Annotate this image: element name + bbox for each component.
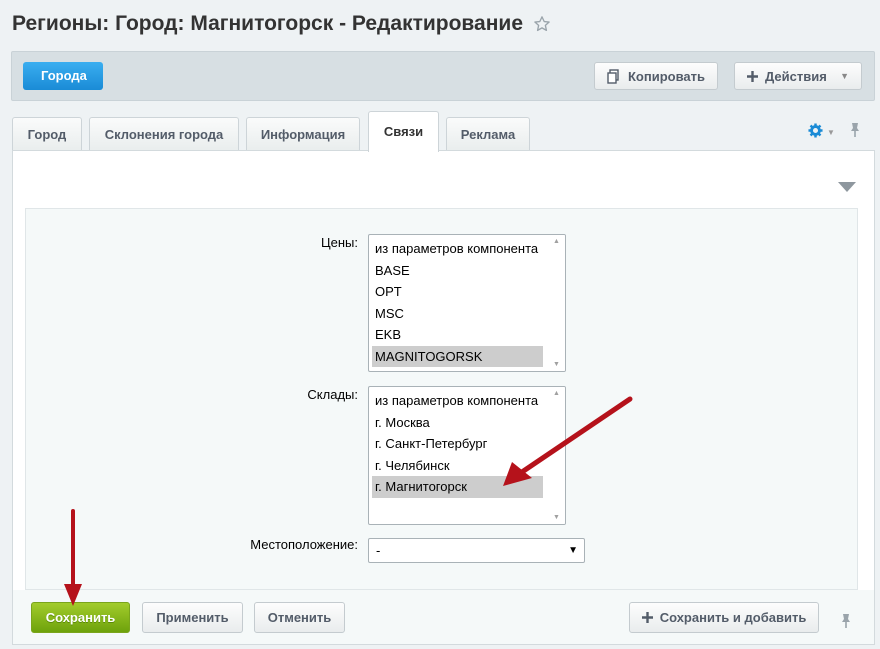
prices-scrollbar[interactable]: ▲ ▼ [549,235,565,371]
save-and-add-label: Сохранить и добавить [659,610,807,625]
gear-menu-chevron-icon[interactable]: ▼ [827,128,835,137]
form-footer: Сохранить Применить Отменить Сохранить и… [13,590,874,644]
scroll-down-icon[interactable]: ▼ [553,361,560,368]
tab-city[interactable]: Город [12,117,82,151]
plus-icon [641,612,653,623]
copy-button-label: Копировать [628,68,706,84]
edit-panel: Цены: из параметров компонента BASE OPT … [12,150,875,645]
prices-option[interactable]: EKB [369,324,541,346]
warehouses-option[interactable]: г. Челябинск [369,455,541,477]
collapse-triangle-icon[interactable] [838,179,856,197]
page-title-text: Регионы: Город: Магнитогорск - Редактиро… [12,12,524,35]
gear-icon[interactable] [808,122,823,143]
save-button[interactable]: Сохранить [31,602,130,633]
star-icon[interactable] [533,15,551,33]
pin-icon[interactable] [849,122,861,143]
tab-tools: ▼ [808,122,861,143]
location-label: Местоположение: [250,537,358,552]
scroll-up-icon[interactable]: ▲ [553,238,560,245]
warehouses-option[interactable]: г. Санкт-Петербург [369,433,541,455]
save-and-add-button[interactable]: Сохранить и добавить [629,602,819,633]
scroll-down-icon[interactable]: ▼ [553,514,560,521]
chevron-down-icon: ▼ [840,71,849,81]
prices-label: Цены: [321,235,358,250]
links-form: Цены: из параметров компонента BASE OPT … [25,208,858,590]
tab-links[interactable]: Связи [368,111,439,152]
location-select[interactable]: - ▼ [368,538,585,563]
pin-icon[interactable] [840,613,852,634]
back-to-cities-button[interactable]: Города [23,62,103,90]
prices-option[interactable]: BASE [369,260,541,282]
scroll-up-icon[interactable]: ▲ [553,390,560,397]
prices-option-selected[interactable]: MAGNITOGORSK [372,345,543,367]
warehouses-listbox[interactable]: из параметров компонента г. Москва г. Са… [368,386,566,525]
prices-option[interactable]: из параметров компонента [369,238,541,260]
page-title: Регионы: Город: Магнитогорск - Редактиро… [12,12,551,36]
plus-icon [747,70,758,82]
tab-advertising[interactable]: Реклама [446,117,530,151]
tab-information[interactable]: Информация [246,117,360,151]
prices-option[interactable]: OPT [369,281,541,303]
tab-city-declensions[interactable]: Склонения города [89,117,239,151]
apply-button[interactable]: Применить [142,602,243,633]
cancel-button[interactable]: Отменить [254,602,345,633]
prices-option[interactable]: MSC [369,303,541,325]
copy-icon [607,68,621,84]
warehouses-scrollbar[interactable]: ▲ ▼ [549,387,565,524]
prices-listbox[interactable]: из параметров компонента BASE OPT MSC EK… [368,234,566,372]
warehouses-label: Склады: [307,387,358,402]
actions-button[interactable]: Действия ▼ [734,62,862,90]
actions-button-label: Действия [765,68,827,84]
copy-button[interactable]: Копировать [594,62,719,90]
warehouses-option[interactable]: г. Москва [369,412,541,434]
location-select-value: - [376,543,381,558]
warehouses-option-selected[interactable]: г. Магнитогорск [372,476,543,498]
dropdown-arrow-icon: ▼ [568,545,578,556]
warehouses-option[interactable]: из параметров компонента [369,390,541,412]
context-toolbar: Города Копировать Действия ▼ [11,51,875,101]
